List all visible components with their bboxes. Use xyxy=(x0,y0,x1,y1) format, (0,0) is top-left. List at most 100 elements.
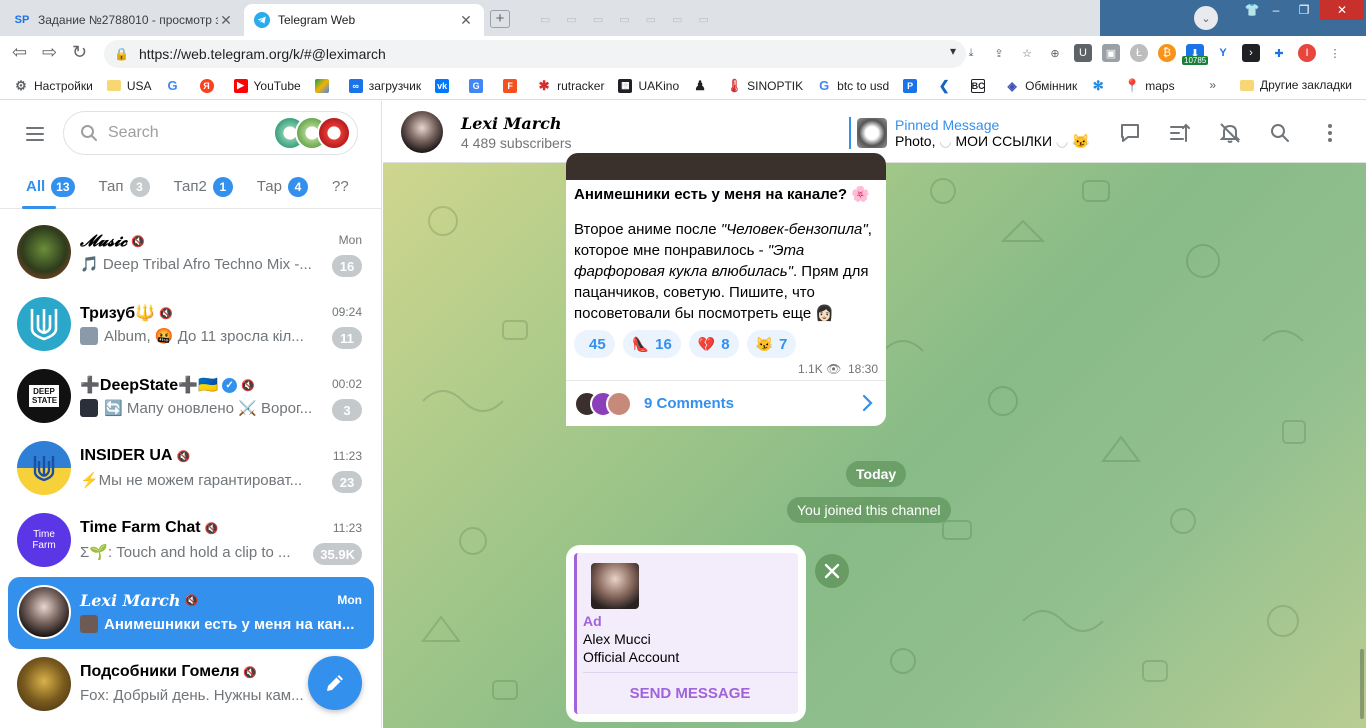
minimize-icon[interactable]: – xyxy=(1262,0,1290,20)
back-icon[interactable]: ⇦ xyxy=(12,42,27,63)
tab-search-icon[interactable]: ⌄ xyxy=(1194,6,1218,30)
reaction-button[interactable]: 😼 7 xyxy=(746,330,797,358)
bookmark-label: maps xyxy=(1145,78,1175,93)
channel-post[interactable]: Анимешники есть у меня на канале? 🌸 Втор… xyxy=(566,153,886,426)
bookmark-item[interactable]: ✻ xyxy=(1091,78,1111,93)
tab-folder[interactable]: Тап2 1 xyxy=(174,176,233,197)
hamburger-menu-icon[interactable] xyxy=(26,127,44,145)
globe-icon[interactable]: ⊕ xyxy=(1046,44,1064,62)
dropdown-icon[interactable]: ▾ xyxy=(950,44,956,58)
bookmark-item[interactable]: F xyxy=(503,78,523,93)
chat-list: 𝓜𝓾𝓼𝓲𝓬 🔇 Mon 🎵 Deep Tribal Afro Techno Mix… xyxy=(8,217,374,721)
forward-icon[interactable]: ⇨ xyxy=(42,42,57,63)
close-ad-button[interactable] xyxy=(815,554,849,588)
chat-scrollbar[interactable] xyxy=(1360,649,1364,719)
reaction-button[interactable]: 👠 16 xyxy=(622,330,681,358)
comments-icon[interactable] xyxy=(1118,121,1142,145)
send-message-button[interactable]: SEND MESSAGE xyxy=(583,672,797,714)
bookmark-item[interactable]: Gbtc to usd xyxy=(817,78,889,93)
bookmark-item[interactable]: Я xyxy=(199,78,220,93)
bookmark-item[interactable]: G xyxy=(166,78,186,93)
y-extension-icon[interactable]: Y xyxy=(1214,44,1232,62)
chat-item[interactable]: DEEP STATE ➕DeepState➕🇺🇦 ✓ 🔇 00:02 🔄 Мапу … xyxy=(8,361,374,433)
bookmark-item[interactable]: ▶ YouTube xyxy=(233,78,301,93)
tab-all[interactable]: All 13 xyxy=(26,176,75,197)
reaction-button[interactable]: 💔 8 xyxy=(688,330,739,358)
menu-kebab-icon[interactable]: ⋮ xyxy=(1326,44,1344,62)
bookmark-item[interactable]: 🌡 SINOPTIK xyxy=(726,78,804,93)
channel-title[interactable]: Lexi March xyxy=(461,114,562,133)
reaction-button[interactable]: 45 xyxy=(574,330,615,358)
ublock-icon[interactable]: U xyxy=(1074,44,1092,62)
chat-name-row: Подсобники Гомеля 🔇 xyxy=(80,663,257,681)
channel-avatar[interactable] xyxy=(401,111,443,153)
close-window-icon[interactable]: ✕ xyxy=(1320,0,1364,20)
bookmark-label: UAKino xyxy=(638,78,680,93)
restore-icon[interactable]: ❐ xyxy=(1290,0,1318,20)
chat-item[interactable]: INSIDER UA 🔇 11:23 ⚡Мы не можем гарантиро… xyxy=(8,433,374,505)
reload-icon[interactable]: ↻ xyxy=(72,42,87,63)
bookmark-item[interactable]: 📍 maps xyxy=(1124,78,1175,93)
profile-avatar[interactable]: I xyxy=(1298,44,1316,62)
coin-icon[interactable]: Ł xyxy=(1130,44,1148,62)
pinned-message[interactable]: Pinned Message Photo, ◡ МОИ ССЫЛКИ ◡ 😼 xyxy=(849,115,1089,151)
extension-icon[interactable]: ▣ xyxy=(1102,44,1120,62)
bookmark-item[interactable]: BC xyxy=(971,78,991,93)
share-icon[interactable]: ⇪ xyxy=(990,44,1008,62)
bookmark-item[interactable]: G xyxy=(469,78,489,93)
address-bar[interactable]: 🔒 https://web.telegram.org/k/#@leximarch… xyxy=(104,40,966,68)
more-options-icon[interactable] xyxy=(1318,121,1342,145)
tab-close-icon[interactable]: ✕ xyxy=(218,12,234,29)
sponsored-message[interactable]: Ad Alex Mucci Official Account SEND MESS… xyxy=(566,545,806,722)
mute-bell-icon[interactable] xyxy=(1218,121,1242,145)
bookmark-label: SINOPTIK xyxy=(747,78,804,93)
trident-icon xyxy=(30,309,58,341)
new-tab-button[interactable]: + xyxy=(490,10,510,28)
search-icon[interactable] xyxy=(1268,121,1292,145)
more-bookmarks-icon[interactable]: » xyxy=(1209,78,1216,92)
puzzle-icon[interactable]: ✚ xyxy=(1270,44,1288,62)
tab-folder[interactable]: Тар 4 xyxy=(257,176,308,197)
boost-icon[interactable] xyxy=(1168,121,1192,145)
bookmark-item[interactable]: ♟ xyxy=(693,78,713,93)
tab-folder[interactable]: ?? xyxy=(332,178,349,195)
bookmark-item[interactable]: USA xyxy=(106,79,152,93)
terminal-icon[interactable]: › xyxy=(1242,44,1260,62)
bookmark-item[interactable]: ⚙ Настройки xyxy=(14,78,93,93)
url-text: https://web.telegram.org/k/#@leximarch xyxy=(138,46,386,62)
chat-name: Тризуб🔱 xyxy=(80,305,156,322)
chat-item[interactable]: Time Farm Time Farm Chat 🔇 11:23 Σ🌱: Touc… xyxy=(8,505,374,577)
chat-item-selected[interactable]: Lexi March 🔇 Mon Анимешники есть у меня н… xyxy=(8,577,374,649)
bookmark-item[interactable] xyxy=(314,78,335,93)
search-input[interactable]: Search xyxy=(63,111,358,155)
bookmark-star-icon[interactable]: ☆ xyxy=(1018,44,1036,62)
download-ext-icon[interactable]: ⬇ 10785 xyxy=(1182,44,1209,65)
deepstate-logo: DEEP STATE xyxy=(29,385,59,407)
search-icon xyxy=(81,125,97,141)
bitcoin-icon[interactable]: ₿ xyxy=(1158,44,1176,62)
browser-tab[interactable]: SP Задание №2788010 - просмотр з ✕ xyxy=(4,4,244,36)
bookmark-item[interactable]: vk xyxy=(435,78,455,93)
chat-item[interactable]: 𝓜𝓾𝓼𝓲𝓬 🔇 Mon 🎵 Deep Tribal Afro Techno Mix… xyxy=(8,217,374,289)
bookmark-item[interactable]: ✱ rutracker xyxy=(537,78,605,93)
bookmark-item[interactable]: ◈ Обмінник xyxy=(1005,79,1078,93)
story-avatar[interactable] xyxy=(317,116,351,150)
view-count: 1.1K xyxy=(798,362,823,376)
other-bookmarks[interactable]: » Другие закладки xyxy=(1209,78,1352,92)
bookmark-item[interactable]: ∞ загрузчик xyxy=(348,78,421,93)
browser-tab-active[interactable]: Telegram Web ✕ xyxy=(244,4,484,36)
tab-close-icon[interactable]: ✕ xyxy=(458,12,474,29)
ad-image[interactable] xyxy=(591,563,639,609)
chat-item[interactable]: Тризуб🔱 🔇 09:24 Album, 🤬 До 11 зросла кіл… xyxy=(8,289,374,361)
chat-time: 00:02 xyxy=(331,377,362,391)
install-icon[interactable]: ⤓ xyxy=(962,44,980,62)
bookmark-item[interactable]: P xyxy=(903,78,923,93)
comments-button[interactable]: 9 Comments xyxy=(566,380,886,426)
tab-folder[interactable]: Тап 3 xyxy=(99,176,150,197)
f-icon: F xyxy=(503,78,518,93)
stories-avatars[interactable] xyxy=(273,116,351,150)
bookmark-item[interactable]: ▦ UAKino xyxy=(618,78,680,93)
bookmark-item[interactable]: ❮ xyxy=(937,78,957,93)
compose-button[interactable] xyxy=(308,656,362,710)
post-media[interactable] xyxy=(566,153,886,180)
